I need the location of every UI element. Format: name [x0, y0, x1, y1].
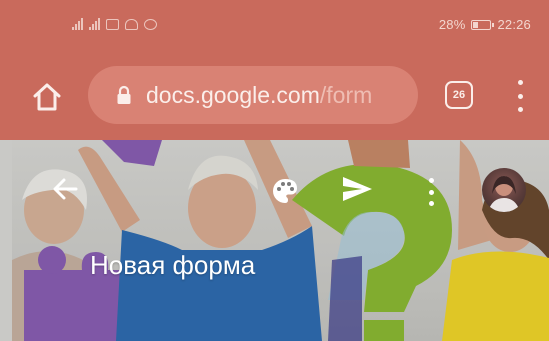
url-path: /form [319, 81, 373, 108]
arrow-back-icon [53, 178, 78, 200]
send-icon [343, 177, 372, 201]
url-text: docs.google.com/form [146, 82, 372, 109]
status-bar: 28% 22:26 [0, 0, 549, 54]
browser-menu-button[interactable] [510, 80, 530, 112]
status-right: 28% 22:26 [439, 17, 531, 32]
header-overlay [12, 140, 549, 341]
more-vert-icon [428, 178, 434, 183]
clock: 22:26 [497, 17, 531, 32]
form-menu-button[interactable] [426, 178, 436, 206]
avatar[interactable] [482, 168, 526, 212]
avatar-photo [488, 176, 520, 212]
more-vert-icon [517, 80, 523, 85]
home-icon [33, 83, 61, 111]
battery-icon [471, 19, 495, 30]
browser-toolbar: docs.google.com/form 26 [0, 54, 549, 140]
status-icons [72, 18, 157, 30]
battery-level [473, 21, 479, 28]
battery-percent: 28% [438, 17, 466, 32]
lock-icon [117, 85, 131, 104]
home-button[interactable] [30, 80, 64, 114]
screen: 28% 22:26 docs.google.com/form 26 Новая … [0, 0, 549, 341]
tab-count: 26 [452, 89, 466, 101]
form-header-image: Новая форма [12, 140, 549, 341]
back-button[interactable] [50, 174, 80, 204]
customize-theme-button[interactable] [270, 176, 300, 206]
url-domain: docs.google.com [146, 81, 320, 108]
download-icon [125, 18, 138, 30]
signal-icon [89, 18, 100, 30]
message-icon [106, 18, 119, 30]
signal-icon [72, 18, 83, 30]
tabs-button[interactable]: 26 [445, 81, 473, 109]
address-bar[interactable]: docs.google.com/form [88, 66, 418, 124]
palette-icon [273, 179, 297, 203]
form-title[interactable]: Новая форма [90, 250, 255, 281]
app-icon [144, 18, 157, 30]
send-button[interactable] [340, 174, 374, 204]
